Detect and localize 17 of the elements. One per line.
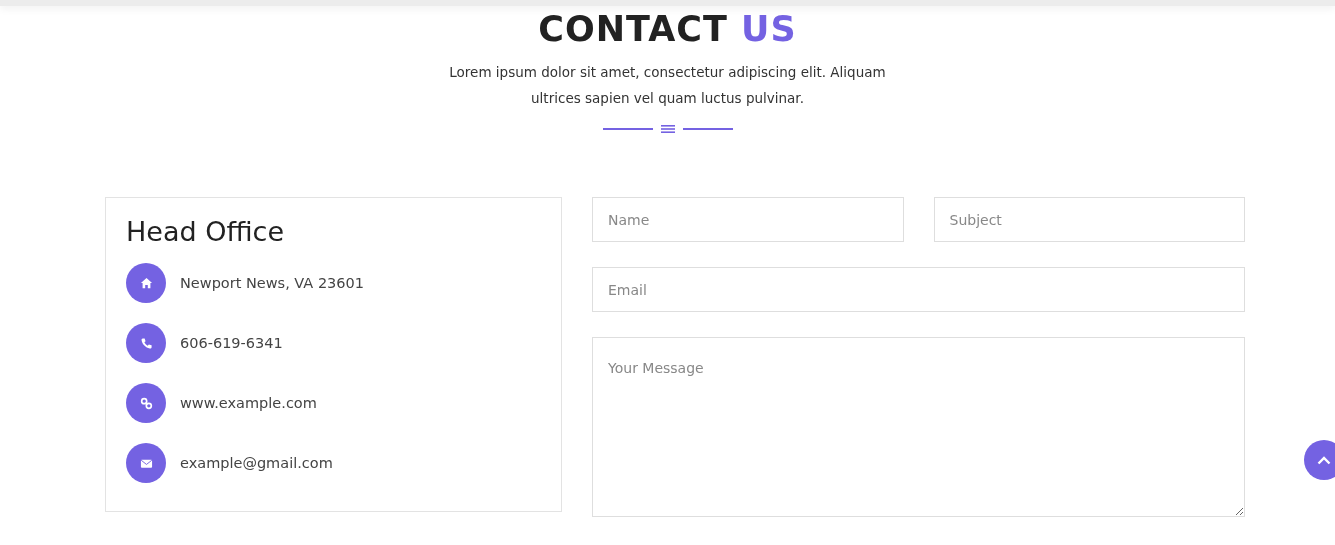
contact-detail: www.example.com (180, 393, 317, 413)
scroll-to-top-button[interactable] (1304, 440, 1335, 480)
phone-icon (139, 336, 153, 350)
section-title-accent: US (741, 9, 797, 49)
message-field[interactable]: Your Message (592, 337, 1245, 517)
contact-detail: Newport News, VA 23601 (180, 273, 364, 293)
contact-detail: example@gmail.com (180, 453, 333, 473)
name-field[interactable]: Name (592, 197, 904, 242)
email-field[interactable]: Email (592, 267, 1245, 312)
section-title: CONTACT (538, 9, 728, 49)
chevron-up-icon (1317, 455, 1331, 465)
contact-detail: 606-619-6341 (180, 333, 283, 353)
section-subtitle: Lorem ipsum dolor sit amet, consectetur adipiscing elit. Aliquam ultrices sapien vel quam luctus pulvinar. (448, 63, 887, 108)
home-icon (139, 276, 153, 290)
link-icon (139, 396, 153, 410)
office-title: Head Office (126, 216, 285, 249)
subject-field[interactable]: Subject (933, 197, 1245, 242)
